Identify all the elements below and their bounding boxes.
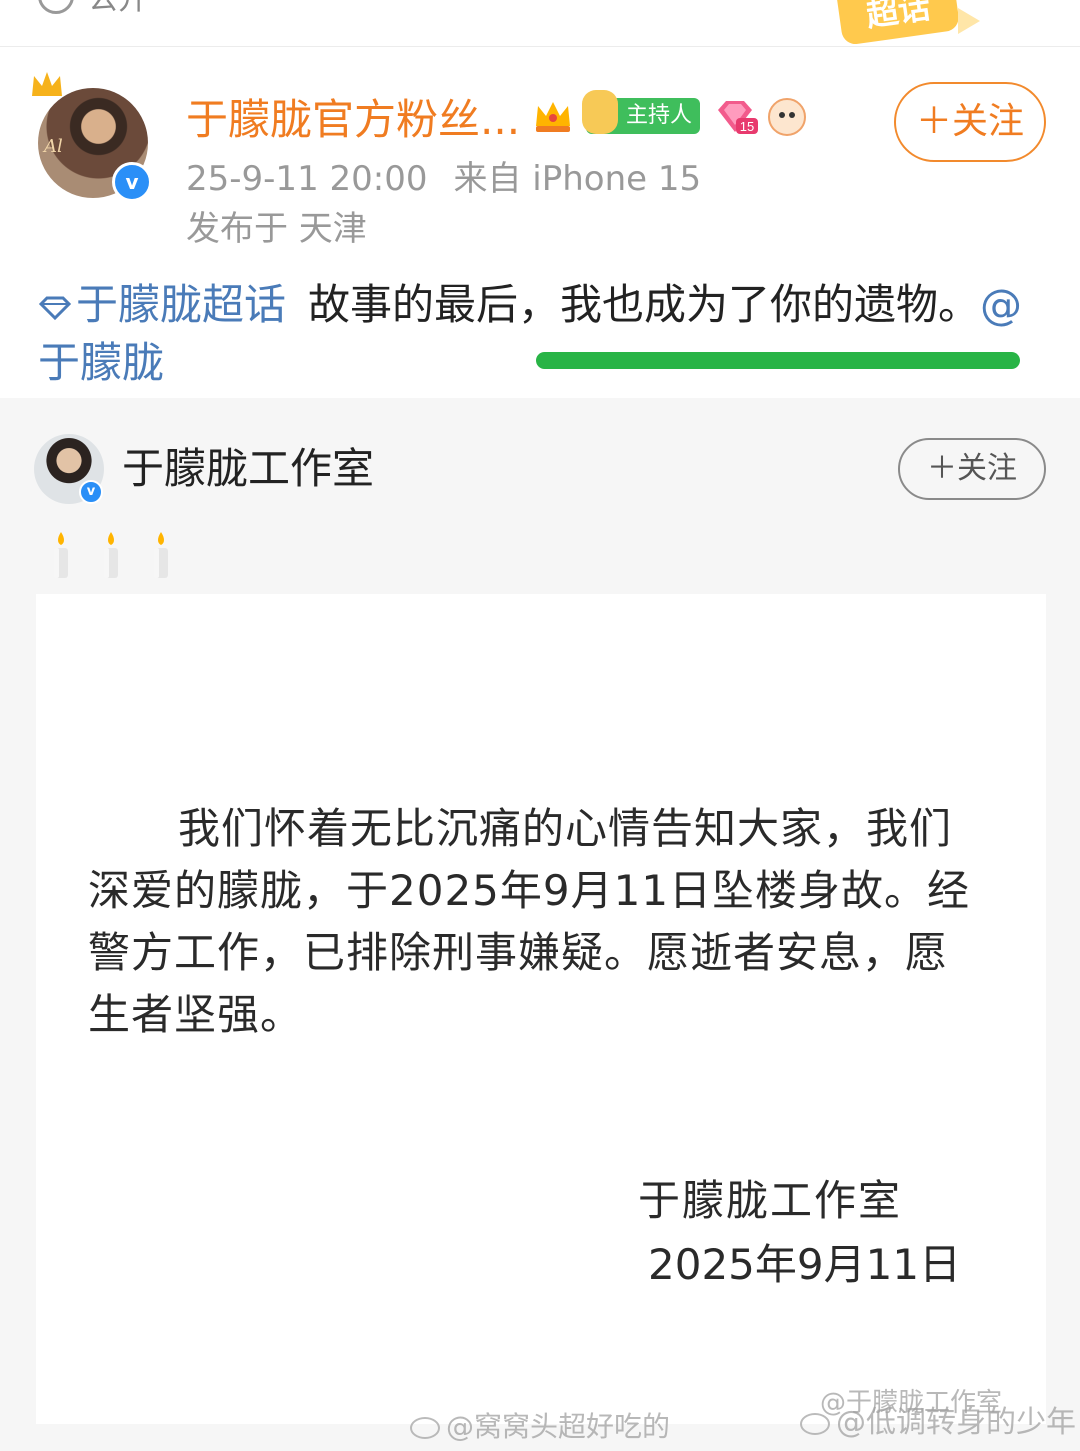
- watermark: @低调转身的少年: [800, 1406, 1076, 1440]
- avatar-decoration: Al: [44, 136, 63, 157]
- previous-post-footer: 公开 超话: [0, 0, 1080, 47]
- globe-icon: [38, 0, 74, 14]
- candle-icon: [54, 532, 68, 578]
- weibo-logo-icon: [800, 1412, 830, 1435]
- watermark: @窝窝头超好吃的: [410, 1410, 670, 1444]
- host-badge[interactable]: 主持人: [582, 90, 700, 134]
- highlight-underline: [536, 352, 1020, 369]
- visibility-label: 公开: [88, 0, 148, 18]
- repost-author-name[interactable]: 于朦胧工作室: [122, 442, 374, 496]
- fan-face-icon[interactable]: [768, 98, 806, 136]
- statement-date: 2025年9月11日: [648, 1240, 962, 1289]
- statement-signature: 于朦胧工作室: [638, 1176, 903, 1225]
- follow-button[interactable]: ＋关注: [894, 82, 1046, 162]
- candle-icon: [104, 532, 118, 578]
- repost-follow-button[interactable]: ＋关注: [898, 438, 1046, 500]
- verified-icon: v: [112, 162, 152, 202]
- chaohua-badge[interactable]: 超话: [833, 0, 961, 46]
- post-location: 发布于 天津: [186, 209, 367, 249]
- weibo-logo-icon: [410, 1417, 440, 1439]
- crown-badge-icon[interactable]: [532, 96, 574, 136]
- post-source: 来自 iPhone 15: [453, 159, 702, 199]
- topic-link[interactable]: 于朦胧超话: [38, 280, 286, 329]
- crown-icon: [32, 72, 62, 96]
- host-badge-label: 主持人: [625, 103, 692, 128]
- host-figure-icon: [582, 90, 618, 134]
- play-icon: [958, 8, 980, 34]
- post-text: 于朦胧超话 故事的最后，我也成为了你的遗物。@于朦胧: [38, 276, 1048, 392]
- topic-diamond-icon: [38, 296, 72, 320]
- verified-icon: v: [79, 480, 103, 504]
- candle-icon: [154, 532, 168, 578]
- author-name[interactable]: 于朦胧官方粉丝...: [186, 94, 520, 146]
- post-time: 25-9-11 20:00: [186, 159, 428, 199]
- post-body: 故事的最后，我也成为了你的遗物。: [308, 280, 981, 329]
- topic-label: 于朦胧超话: [76, 280, 287, 329]
- statement-body: 我们怀着无比沉痛的心情告知大家，我们深爱的朦胧，于2025年9月11日坠楼身故。…: [88, 804, 971, 1039]
- diamond-level-icon[interactable]: 15: [714, 98, 758, 136]
- level-number: 15: [740, 119, 754, 134]
- post-meta: 25-9-11 20:00 来自 iPhone 15: [186, 156, 701, 202]
